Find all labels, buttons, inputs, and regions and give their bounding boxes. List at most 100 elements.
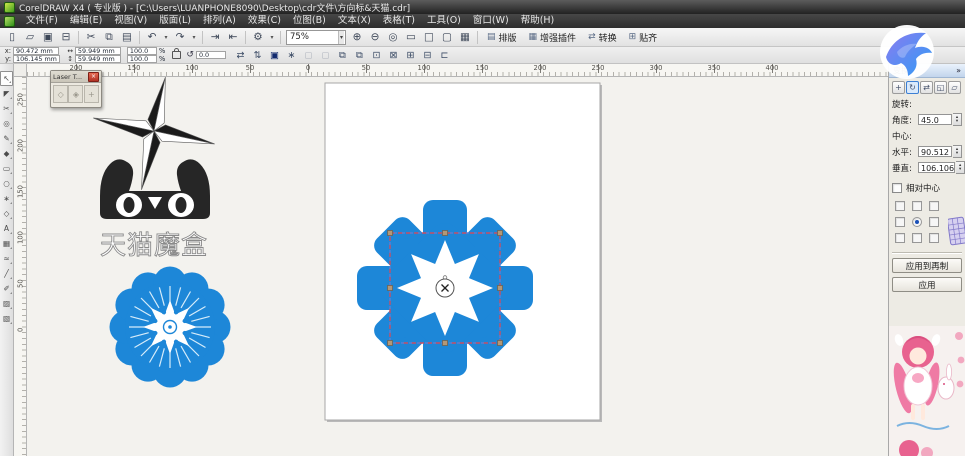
zoom-selected-icon[interactable]: ▭ [402,29,420,46]
forward-one-icon[interactable]: ⊡ [368,47,385,63]
export-icon[interactable]: ⇤ [224,29,242,46]
scale-h-field[interactable]: 100.0 [126,47,157,55]
back-one-icon[interactable]: ⊠ [385,47,402,63]
center-h-input[interactable]: 90.512 [918,146,952,157]
mirror-horizontal-icon[interactable]: ⇄ [232,47,249,63]
outline-tool[interactable]: ✐ [0,281,13,296]
menu-item[interactable]: 文本(X) [332,14,377,28]
shape-tool[interactable]: ◤ [0,86,13,101]
rotation-center-marker[interactable] [435,278,455,298]
zoom-out-icon[interactable]: ⊖ [366,29,384,46]
undo-icon[interactable]: ↶ [143,29,161,46]
zoom-tool[interactable]: ◎ [0,116,13,131]
transform-rotate-tab[interactable]: ↻ [906,81,919,94]
laser-tool-icon-3[interactable]: + [83,85,99,103]
laser-floating-toolbar[interactable]: Laser T... × ◇ ◈ + [50,70,102,108]
scale-v-field[interactable]: 100.0 [126,55,157,63]
interactive-fill-tool[interactable]: ▧ [0,311,13,326]
import-icon[interactable]: ⇥ [206,29,224,46]
lock-ratio-icon[interactable] [172,48,182,59]
transform-position-tab[interactable]: + [892,81,905,94]
group-icon[interactable]: ⊞ [402,47,419,63]
menu-item[interactable]: 工具(O) [421,14,467,28]
transform-scale-tab[interactable]: ⇄ [920,81,933,94]
anchor-bottom-center[interactable] [912,233,922,243]
menu-item[interactable]: 编辑(E) [64,14,108,28]
table-tool[interactable]: ▦ [0,236,13,251]
zoom-all-icon[interactable]: □ [420,29,438,46]
paste-icon[interactable]: ▤ [118,29,136,46]
transform-size-tab[interactable]: ◱ [934,81,947,94]
fill-tool[interactable]: ▨ [0,296,13,311]
menu-item[interactable]: 帮助(H) [515,14,561,28]
ellipse-tool[interactable]: ○ [0,176,13,191]
zoom-in-icon[interactable]: ⊕ [348,29,366,46]
zoom-page-height-icon[interactable]: ▦ [456,29,474,46]
anchor-bottom-left[interactable] [895,233,905,243]
angle-spinner[interactable] [953,113,962,126]
x-position-field[interactable]: 90.472 mm [13,47,59,55]
cut-icon[interactable]: ✂ [82,29,100,46]
menu-item[interactable]: 排列(A) [197,14,242,28]
anchor-middle-left[interactable] [895,217,905,227]
close-icon[interactable]: × [88,71,99,82]
tmall-cat-logo[interactable] [100,159,210,219]
chevron-down-icon[interactable]: ▾ [337,30,344,44]
text-tool[interactable]: A [0,221,13,236]
zoom-level-combo[interactable]: 75% ▾ [286,29,346,45]
docker-header[interactable]: 变换 » [889,64,965,78]
tmall-text[interactable]: 天猫魔盒 [100,231,208,262]
flower-shape[interactable] [109,266,231,388]
enhance-plugin-button[interactable]: ▦ 增强插件 [523,29,583,46]
object-width-field[interactable]: 59.949 mm [74,47,121,55]
transform-skew-tab[interactable]: ▱ [948,81,961,94]
object-height-field[interactable]: 59.949 mm [74,55,121,63]
open-icon[interactable]: ▱ [21,29,39,46]
anchor-top-right[interactable] [929,201,939,211]
layout-button[interactable]: ▤ 排版 [481,29,523,46]
rectangle-tool[interactable]: ▭ [0,161,13,176]
drawing-canvas[interactable]: 天猫魔盒 [27,77,888,456]
anchor-top-center[interactable] [912,201,922,211]
relative-center-checkbox[interactable] [892,183,902,193]
ruler-origin-box[interactable] [14,64,27,77]
save-icon[interactable]: ▣ [39,29,57,46]
blend-tool[interactable]: ≈ [0,251,13,266]
app-launcher-icon[interactable]: ⚙ [249,29,267,46]
to-back-icon[interactable]: ⧉ [351,47,368,63]
mirror-vertical-icon[interactable]: ⇅ [249,47,266,63]
anchor-top-left[interactable] [895,201,905,211]
weld-icon[interactable]: ∗ [283,47,300,63]
undo-dropdown-icon[interactable]: ▾ [161,29,171,46]
smart-fill-tool[interactable]: ◆ [0,146,13,161]
laser-toolbar-titlebar[interactable]: Laser T... × [51,71,101,83]
anchor-middle-right[interactable] [929,217,939,227]
copy-icon[interactable]: ⧉ [100,29,118,46]
polygon-tool[interactable]: ∗ [0,191,13,206]
y-position-field[interactable]: 106.145 mm [13,55,60,63]
menu-item[interactable]: 效果(C) [242,14,287,28]
convert-button[interactable]: ⇄ 转换 [582,29,623,46]
redo-icon[interactable]: ↷ [171,29,189,46]
freehand-tool[interactable]: ✎ [0,131,13,146]
anchor-center[interactable] [912,217,922,227]
trim-icon[interactable]: ◻ [300,47,317,63]
laser-tool-icon-2[interactable]: ◈ [68,85,84,103]
angle-input[interactable]: 45.0 [918,114,952,125]
laser-tool-icon-1[interactable]: ◇ [53,85,69,103]
ungroup-icon[interactable]: ⊟ [419,47,436,63]
redo-dropdown-icon[interactable]: ▾ [189,29,199,46]
center-v-input[interactable]: 106.106 [918,162,956,173]
convert-curves-icon[interactable]: ⊏ [436,47,453,63]
center-h-spinner[interactable] [953,145,962,158]
new-icon[interactable]: ▯ [3,29,21,46]
center-v-spinner[interactable] [956,161,965,174]
menu-item[interactable]: 窗口(W) [467,14,515,28]
to-front-icon[interactable]: ⧉ [334,47,351,63]
collapse-icon[interactable]: » [956,66,961,75]
zoom-page-width-icon[interactable]: ▢ [438,29,456,46]
menu-item[interactable]: 文件(F) [20,14,64,28]
basic-shapes-tool[interactable]: ◇ [0,206,13,221]
apply-button[interactable]: 应用 [892,277,962,292]
menu-item[interactable]: 表格(T) [377,14,421,28]
